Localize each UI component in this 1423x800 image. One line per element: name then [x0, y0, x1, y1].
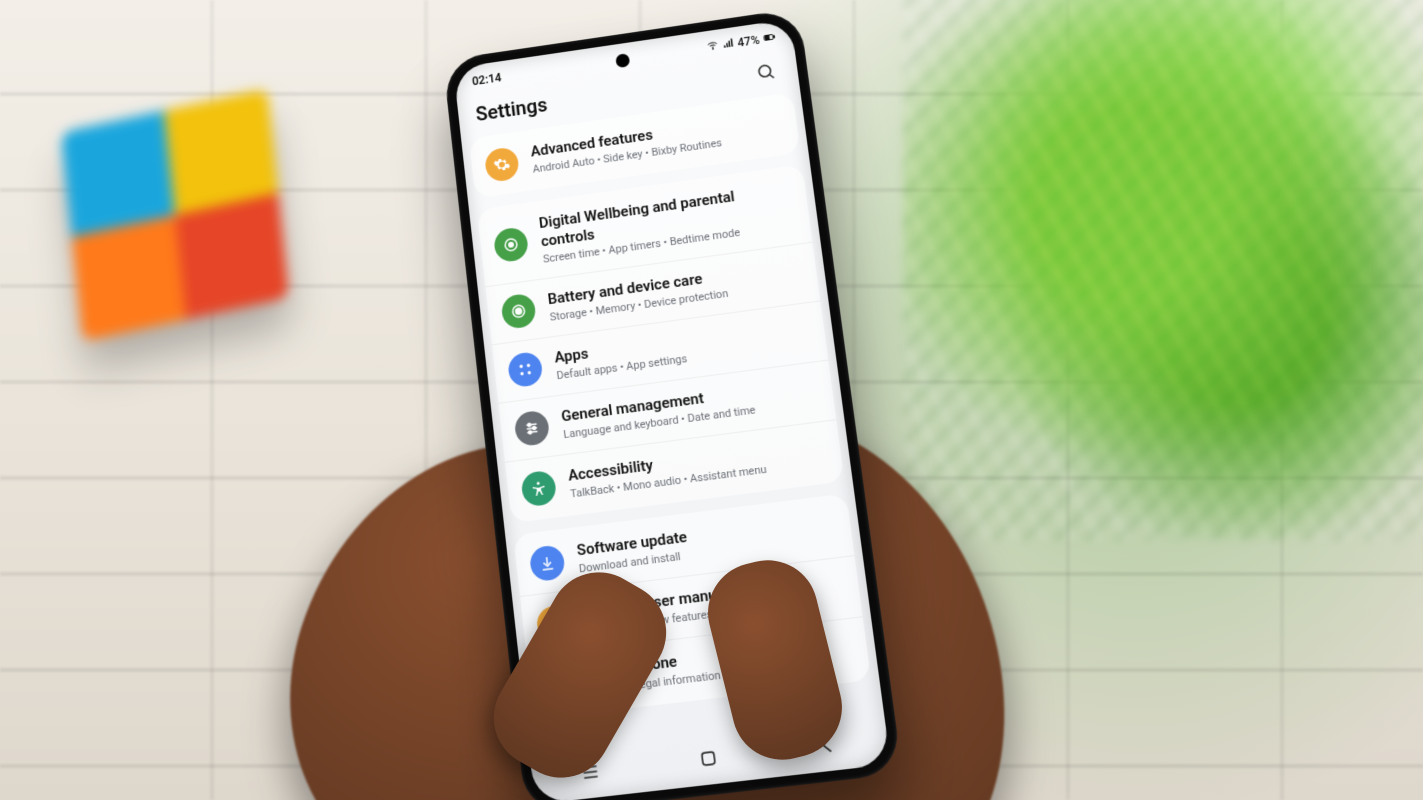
settings-group: Digital Wellbeing and parental controlsS…: [477, 164, 845, 523]
apps-icon: [507, 351, 544, 389]
wellbeing-icon: [493, 226, 530, 263]
page-title: Settings: [475, 93, 549, 126]
search-button[interactable]: [750, 57, 781, 88]
battery-icon: [762, 30, 776, 46]
search-icon: [755, 60, 777, 85]
general-icon: [513, 410, 550, 448]
scene-background: 02:14 47%: [0, 0, 1423, 800]
battery-icon: [500, 293, 537, 330]
update-icon: [529, 544, 566, 582]
gear-icon: [484, 146, 520, 183]
wifi-icon: [705, 39, 718, 55]
clock: 02:14: [471, 71, 502, 88]
home-button[interactable]: [677, 745, 741, 777]
accessibility-icon: [520, 469, 557, 507]
battery-text: 47%: [737, 33, 761, 49]
signal-icon: [721, 36, 735, 52]
plant-prop: [903, 0, 1423, 540]
rubiks-cube-prop: [61, 89, 289, 342]
